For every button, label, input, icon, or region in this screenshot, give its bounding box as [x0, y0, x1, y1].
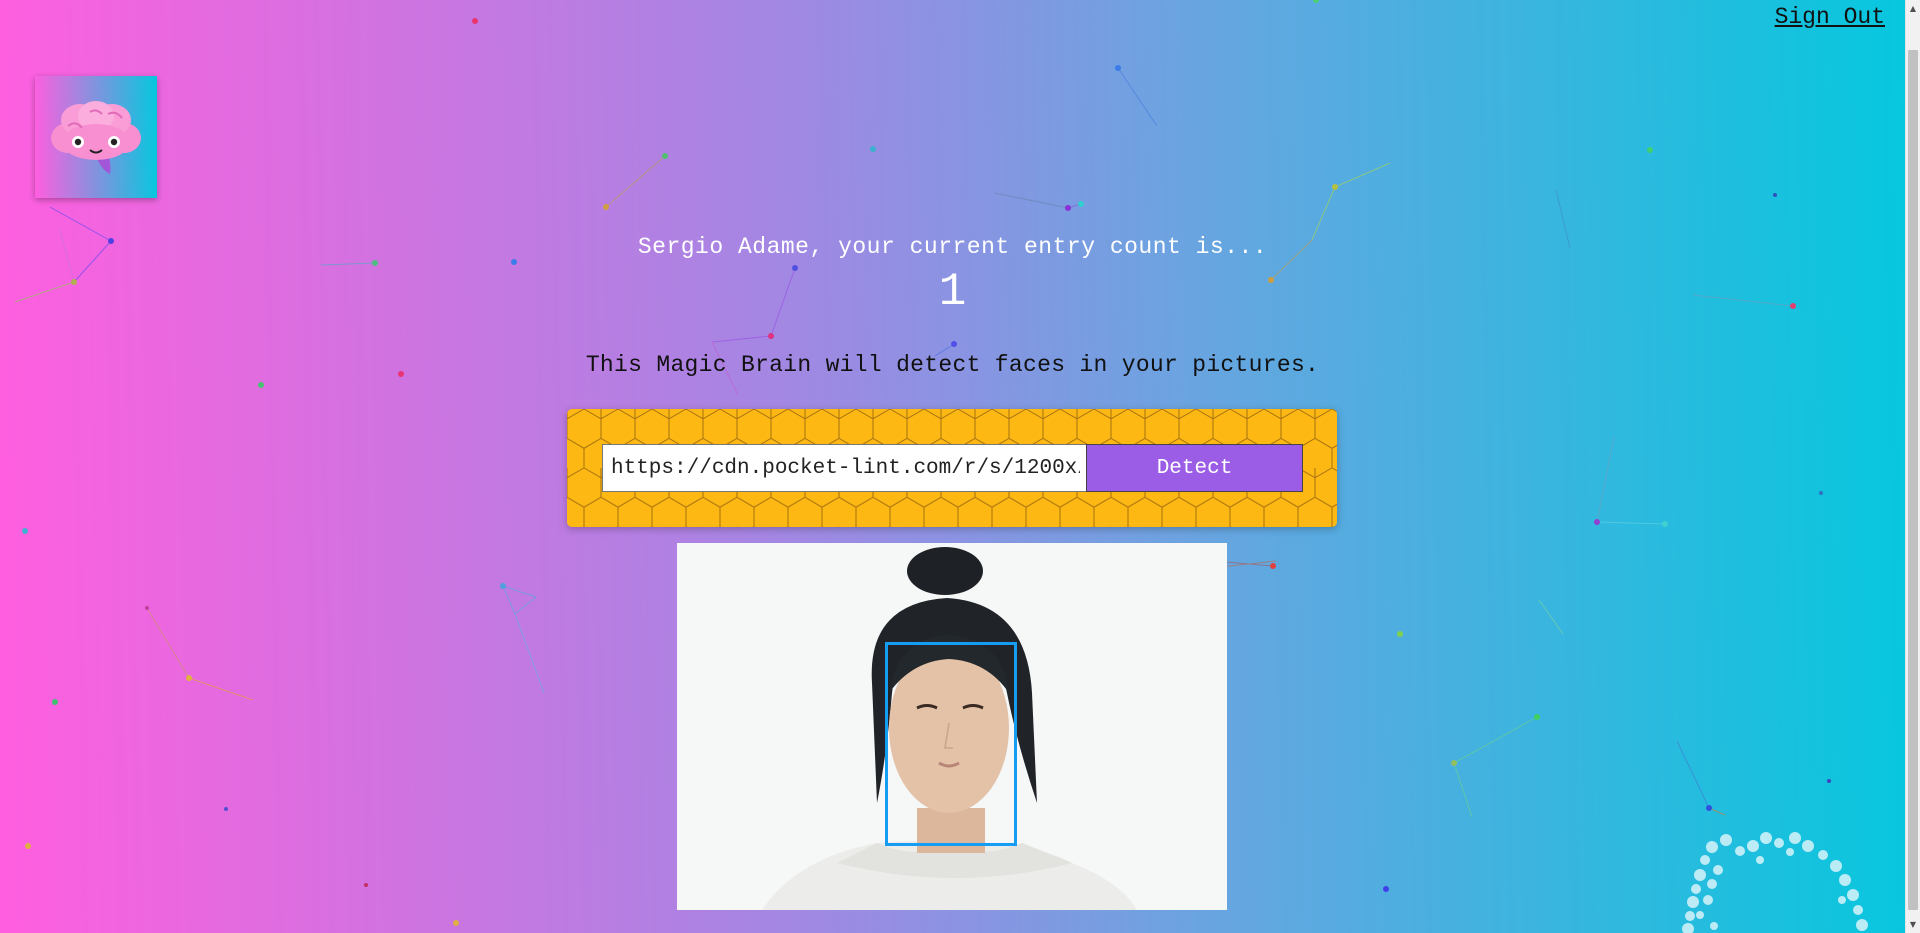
- image-url-input[interactable]: [602, 444, 1089, 492]
- image-url-form: Detect: [567, 409, 1337, 527]
- face-bounding-box: [885, 642, 1017, 846]
- detect-button[interactable]: Detect: [1086, 444, 1303, 492]
- scrollbar[interactable]: ▲ ▼: [1905, 0, 1920, 933]
- entry-count-message: Sergio Adame, your current entry count i…: [637, 234, 1268, 260]
- sign-out-link[interactable]: Sign Out: [1775, 4, 1885, 30]
- app-logo: [35, 76, 157, 198]
- scroll-up-icon[interactable]: ▲: [1906, 0, 1920, 17]
- face-detection-image: [677, 543, 1227, 910]
- brain-icon: [51, 101, 141, 174]
- scroll-down-icon[interactable]: ▼: [1906, 916, 1920, 933]
- scrollbar-thumb[interactable]: [1908, 50, 1918, 910]
- intro-text: This Magic Brain will detect faces in yo…: [585, 352, 1320, 378]
- entry-count-value: 1: [938, 266, 967, 318]
